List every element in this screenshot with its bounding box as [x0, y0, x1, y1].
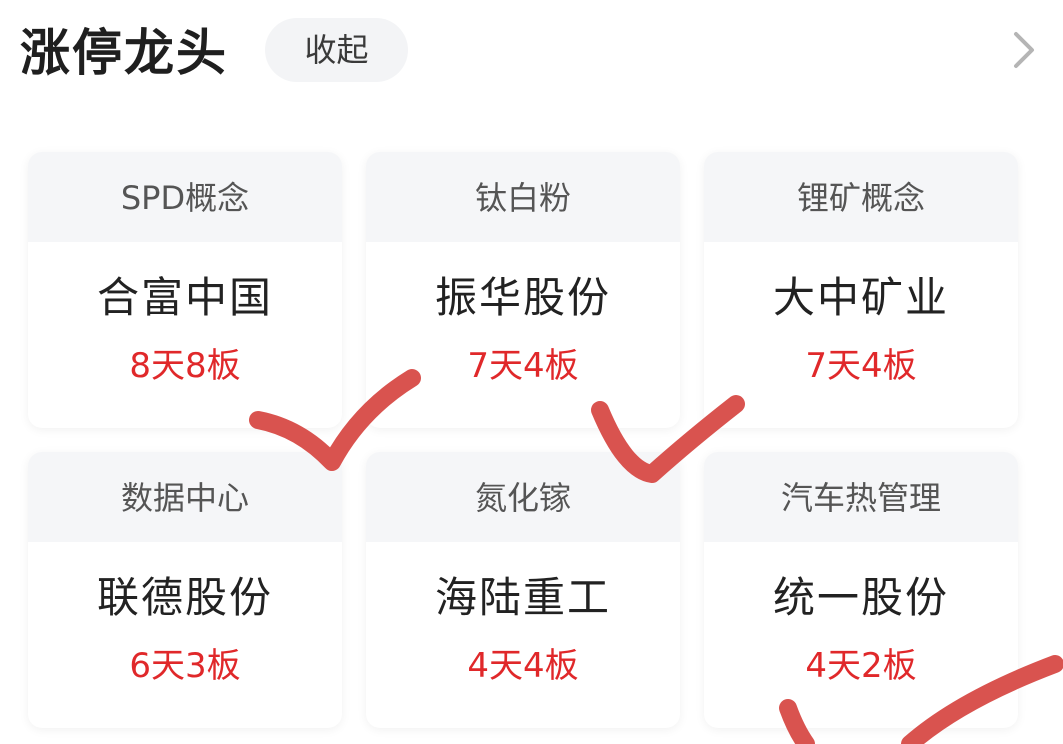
card-stock-name: 海陆重工: [434, 573, 611, 622]
card-stock-name: 合富中国: [96, 273, 273, 322]
card-stock-name: 振华股份: [434, 273, 611, 322]
leader-card[interactable]: 汽车热管理 统一股份 4天2板: [704, 452, 1018, 728]
collapse-button[interactable]: 收起: [265, 18, 408, 82]
section-header: 涨停龙头 收起: [0, 0, 1063, 110]
card-concept: 数据中心: [28, 452, 342, 542]
card-board-stat: 6天3板: [129, 646, 241, 686]
card-concept: SPD概念: [28, 152, 342, 242]
card-stock-name: 大中矿业: [772, 273, 949, 322]
card-stock-name: 统一股份: [772, 573, 949, 622]
leader-card[interactable]: 氮化镓 海陆重工 4天4板: [366, 452, 680, 728]
section-title: 涨停龙头: [20, 24, 228, 82]
leader-card[interactable]: SPD概念 合富中国 8天8板: [28, 152, 342, 428]
card-board-stat: 8天8板: [129, 346, 241, 386]
card-board-stat: 7天4板: [467, 346, 579, 386]
card-concept: 汽车热管理: [704, 452, 1018, 542]
card-concept: 钛白粉: [366, 152, 680, 242]
leader-card[interactable]: 锂矿概念 大中矿业 7天4板: [704, 152, 1018, 428]
leader-card[interactable]: 数据中心 联德股份 6天3板: [28, 452, 342, 728]
chevron-right-icon[interactable]: [1004, 28, 1044, 72]
card-board-stat: 4天4板: [467, 646, 579, 686]
card-stock-name: 联德股份: [96, 573, 273, 622]
card-concept: 锂矿概念: [704, 152, 1018, 242]
card-board-stat: 7天4板: [805, 346, 917, 386]
card-concept: 氮化镓: [366, 452, 680, 542]
leader-card[interactable]: 钛白粉 振华股份 7天4板: [366, 152, 680, 428]
card-board-stat: 4天2板: [805, 646, 917, 686]
